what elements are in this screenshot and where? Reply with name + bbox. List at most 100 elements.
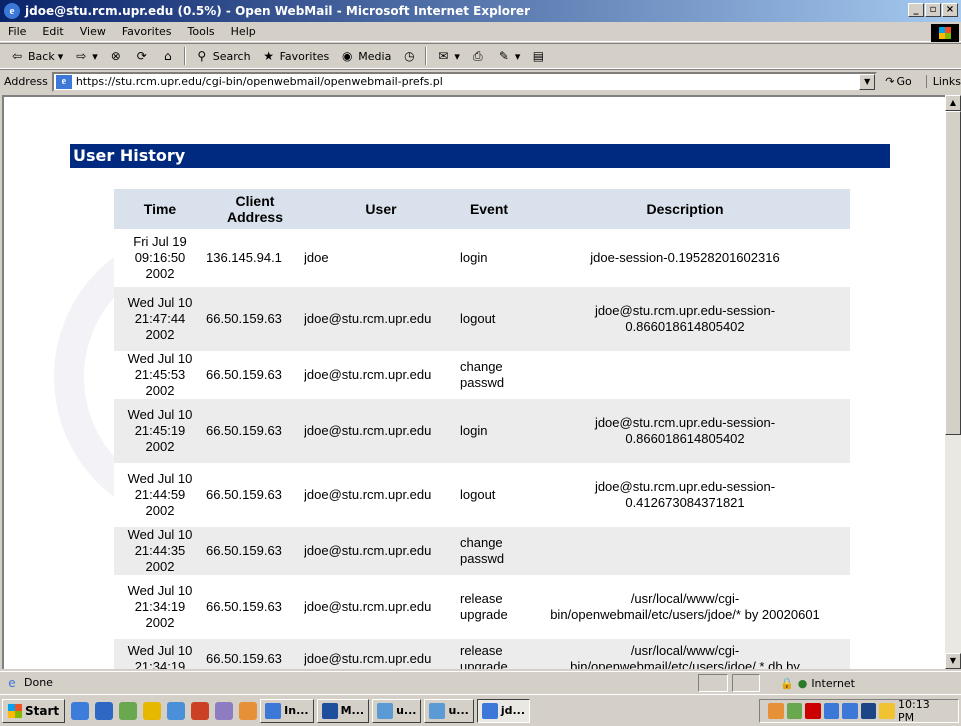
taskbar-item-u2[interactable]: u... [424, 698, 474, 723]
cell-time: Wed Jul 10 21:44:59 2002 [114, 463, 206, 527]
stop-button[interactable]: ⊗ [103, 48, 129, 64]
cell-client-address-text: 66.50.159.63 [206, 423, 282, 438]
discuss-button[interactable]: ▤ [525, 48, 551, 64]
window-controls: _ ▫ × [908, 3, 958, 17]
show-desktop-icon[interactable] [71, 701, 90, 720]
network-icon[interactable] [119, 701, 138, 720]
search-button[interactable]: ⚲ Search [189, 48, 256, 64]
home-button[interactable]: ⌂ [155, 48, 181, 64]
app-icon[interactable] [215, 701, 234, 720]
menu-favorites[interactable]: Favorites [114, 25, 180, 38]
taskbar-item-jd[interactable]: jd... [476, 698, 531, 723]
task-label: u... [448, 704, 469, 717]
scroll-thumb[interactable] [945, 111, 961, 435]
vertical-scrollbar[interactable]: ▲ ▼ [945, 95, 961, 669]
cell-event-text: login [460, 250, 488, 265]
user-history-table: Time Client Address User Event Descripti… [114, 189, 850, 669]
address-dropdown-icon[interactable]: ▼ [859, 73, 876, 90]
start-label: Start [25, 703, 60, 718]
table-row: Wed Jul 10 21:44:59 2002 66.50.159.63 jdoe@s… [114, 463, 850, 527]
menu-file[interactable]: File [0, 25, 34, 38]
edit-dropdown-icon[interactable]: ▾ [515, 50, 521, 63]
cell-client-address: 136.145.94.1 [206, 229, 304, 287]
cell-time-text: 09:16:50 [134, 250, 186, 265]
cell-event: change passwd [458, 351, 520, 399]
cell-time-text: Wed Jul 10 [127, 643, 193, 658]
toolbar-separator [183, 47, 186, 65]
cell-user: jdoe@stu.rcm.upr.edu [304, 287, 458, 351]
menu-view[interactable]: View [72, 25, 114, 38]
tray-icon[interactable] [879, 703, 896, 719]
address-input[interactable]: e https://stu.rcm.upr.edu/cgi-bin/openwe… [51, 71, 878, 92]
address-url[interactable]: https://stu.rcm.upr.edu/cgi-bin/openwebm… [76, 75, 443, 88]
mail-button[interactable]: ✉ ▾ [430, 48, 465, 64]
scroll-down-button[interactable]: ▼ [945, 653, 961, 669]
cell-event-text: change [460, 359, 503, 374]
media-button[interactable]: ◉ Media [334, 48, 396, 64]
cell-time-text: 21:45:19 [134, 423, 186, 438]
network-tray-icon[interactable] [842, 703, 858, 719]
cell-time-text: 21:34:19 [134, 599, 186, 614]
go-arrow-icon: ↷ [885, 75, 895, 88]
back-button[interactable]: ⇦ Back ▾ [4, 48, 68, 64]
table-row: Wed Jul 10 21:47:44 2002 66.50.159.63 jdoe@s… [114, 287, 850, 351]
cell-description-text: /usr/local/www/cgi- [630, 643, 740, 658]
cell-time-text: 21:45:53 [134, 367, 186, 382]
forward-button[interactable]: ⇨ ▾ [68, 48, 103, 64]
cell-event: release upgrade [458, 639, 520, 669]
app-icon[interactable] [239, 701, 258, 720]
cell-user-text: jdoe@stu.rcm.upr.edu [304, 651, 432, 666]
language-icon[interactable] [860, 703, 877, 719]
cell-description: jdoe@stu.rcm.upr.edu-session- 0.866018614… [520, 399, 850, 463]
cell-event: login [458, 229, 520, 287]
taskbar-item-u[interactable]: u... [372, 698, 422, 723]
mail-dropdown-icon[interactable]: ▾ [454, 50, 460, 63]
column-header-event: Event [458, 189, 520, 229]
menu-edit[interactable]: Edit [34, 25, 71, 38]
cell-time-text: 21:44:35 [134, 543, 186, 558]
tray-icon[interactable] [768, 703, 784, 719]
go-button[interactable]: ↷ Go [885, 75, 911, 88]
table-row: Wed Jul 10 21:45:53 2002 66.50.159.63 jdoe@s… [114, 351, 850, 399]
stop-icon: ⊗ [110, 49, 121, 63]
cell-client-address: 66.50.159.63 [206, 351, 304, 399]
windows-taskbar: Start In... M... u... u... jd... 10:13 P… [0, 694, 961, 726]
cell-description-text: 0.866018614805402 [625, 431, 745, 446]
internet-explorer-icon[interactable] [95, 701, 114, 720]
maximize-button[interactable]: ▫ [925, 3, 941, 17]
taskbar-item-in[interactable]: In... [260, 698, 314, 723]
table-row: Wed Jul 10 21:34:19 2002 66.50.159.63 jdoe@s… [114, 575, 850, 639]
back-dropdown-icon[interactable]: ▾ [58, 50, 64, 63]
back-label: Back [28, 49, 55, 63]
forward-dropdown-icon[interactable]: ▾ [92, 50, 98, 63]
menu-help[interactable]: Help [223, 25, 264, 38]
antivirus-icon[interactable] [805, 703, 821, 719]
edit-button[interactable]: ✎ ▾ [491, 48, 526, 64]
menu-tools[interactable]: Tools [180, 25, 223, 38]
print-button[interactable]: ⎙ [465, 48, 491, 64]
tray-icon[interactable] [823, 703, 840, 719]
cell-event: logout [458, 287, 520, 351]
taskbar-item-m[interactable]: M... [316, 698, 370, 723]
back-arrow-icon: ⇦ [11, 49, 23, 63]
scroll-up-button[interactable]: ▲ [945, 95, 961, 111]
refresh-button[interactable]: ⟳ [129, 48, 155, 64]
volume-icon[interactable] [786, 703, 803, 719]
favorites-button[interactable]: ★ Favorites [256, 48, 335, 64]
cell-user-text: jdoe@stu.rcm.upr.edu [304, 599, 432, 614]
column-header-description: Description [520, 189, 850, 229]
cell-time: Fri Jul 19 09:16:50 2002 [114, 229, 206, 287]
cell-time-text: 21:34:19 [134, 659, 186, 669]
task-app-icon [265, 702, 282, 719]
word-icon[interactable] [191, 701, 210, 720]
close-button[interactable]: × [942, 3, 958, 17]
mail-icon: ✉ [438, 49, 449, 63]
cell-time: Wed Jul 10 21:47:44 2002 [114, 287, 206, 351]
history-button[interactable]: ◷ [396, 48, 422, 64]
minimize-button[interactable]: _ [908, 3, 924, 17]
media-player-icon[interactable] [167, 701, 186, 720]
links-button[interactable]: Links [925, 75, 961, 88]
start-button[interactable]: Start [2, 698, 66, 723]
cell-time: Wed Jul 10 21:44:35 2002 [114, 527, 206, 575]
outlook-icon[interactable] [143, 701, 162, 720]
